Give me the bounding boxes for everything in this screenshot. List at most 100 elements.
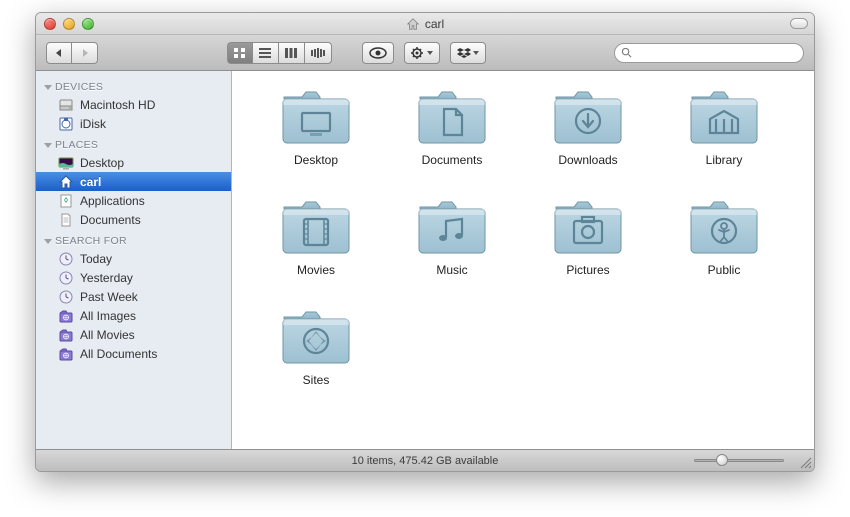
sidebar-item-today[interactable]: Today [36, 249, 231, 268]
clock-icon [58, 289, 74, 305]
zoom-button[interactable] [82, 18, 94, 30]
folder-documents[interactable]: Documents [384, 83, 520, 193]
triangle-right-icon [80, 48, 90, 58]
sidebar-group-label: DEVICES [55, 81, 103, 93]
sidebar-item-label: Desktop [80, 156, 124, 170]
folder-movies[interactable]: Movies [248, 193, 384, 303]
traffic-lights [44, 18, 94, 30]
folder-label: Downloads [558, 153, 617, 167]
folder-icon [416, 199, 488, 257]
sidebar-item-label: iDisk [80, 117, 106, 131]
sidebar-item-label: Today [80, 252, 112, 266]
forward-button[interactable] [72, 42, 98, 64]
clock-icon [58, 251, 74, 267]
folder-icon [280, 199, 352, 257]
sidebar-item-label: carl [80, 175, 101, 189]
sidebar-group-header[interactable]: SEARCH FOR [36, 229, 231, 249]
view-buttons [227, 42, 332, 64]
search-field[interactable] [614, 43, 804, 63]
sidebar-item-label: All Images [80, 309, 136, 323]
status-bar: 10 items, 475.42 GB available [36, 449, 814, 471]
icon-view-button[interactable] [227, 42, 253, 64]
sidebar-item-label: All Documents [80, 347, 157, 361]
folder-downloads[interactable]: Downloads [520, 83, 656, 193]
dropbox-icon [457, 47, 471, 59]
list-view-button[interactable] [253, 42, 279, 64]
disclosure-triangle-icon [44, 239, 52, 244]
sidebar-item-all-movies[interactable]: All Movies [36, 325, 231, 344]
finder-window: carl [35, 12, 815, 472]
folder-label: Movies [297, 263, 335, 277]
sidebar-item-all-images[interactable]: All Images [36, 306, 231, 325]
folder-music[interactable]: Music [384, 193, 520, 303]
sidebar-item-label: Documents [80, 213, 141, 227]
close-button[interactable] [44, 18, 56, 30]
sidebar-group-label: PLACES [55, 139, 98, 151]
sidebar-item-applications[interactable]: Applications [36, 191, 231, 210]
sidebar-item-label: Past Week [80, 290, 138, 304]
sidebar-item-yesterday[interactable]: Yesterday [36, 268, 231, 287]
disclosure-triangle-icon [44, 85, 52, 90]
chevron-down-icon [427, 51, 433, 55]
dropbox-button[interactable] [450, 42, 486, 64]
folder-icon [552, 199, 624, 257]
minimize-button[interactable] [63, 18, 75, 30]
toolbar [36, 35, 814, 71]
sidebar-item-carl[interactable]: carl [36, 172, 231, 191]
folder-label: Pictures [566, 263, 609, 277]
nav-buttons [46, 42, 98, 64]
smart-icon [58, 327, 74, 343]
folder-icon [552, 89, 624, 147]
content-area[interactable]: Desktop Documents Downloads Library Movies Mu… [232, 71, 814, 449]
doc-icon [58, 212, 74, 228]
coverflow-view-button[interactable] [305, 42, 332, 64]
home-icon [58, 174, 74, 190]
folder-pictures[interactable]: Pictures [520, 193, 656, 303]
home-icon [406, 17, 420, 31]
hdd-icon [58, 97, 74, 113]
quick-look-button[interactable] [362, 42, 394, 64]
sidebar-item-documents[interactable]: Documents [36, 210, 231, 229]
resize-handle[interactable] [798, 455, 812, 469]
triangle-left-icon [54, 48, 64, 58]
column-view-button[interactable] [279, 42, 305, 64]
folder-desktop[interactable]: Desktop [248, 83, 384, 193]
smart-icon [58, 308, 74, 324]
folder-public[interactable]: Public [656, 193, 792, 303]
status-text: 10 items, 475.42 GB available [352, 455, 499, 467]
icon-size-slider[interactable] [694, 455, 784, 465]
sidebar-group-label: SEARCH FOR [55, 235, 127, 247]
folder-label: Documents [422, 153, 483, 167]
sidebar-group-header[interactable]: PLACES [36, 133, 231, 153]
desktop-icon [58, 155, 74, 171]
sidebar: DEVICES Macintosh HD iDisk PLACES Desktop car… [36, 71, 232, 449]
sidebar-item-idisk[interactable]: iDisk [36, 114, 231, 133]
titlebar: carl [36, 13, 814, 35]
column-view-icon [285, 48, 297, 58]
sidebar-group-header[interactable]: DEVICES [36, 75, 231, 95]
folder-icon [688, 199, 760, 257]
action-button[interactable] [404, 42, 440, 64]
sidebar-item-past-week[interactable]: Past Week [36, 287, 231, 306]
folder-sites[interactable]: Sites [248, 303, 384, 413]
toolbar-toggle-button[interactable] [790, 18, 808, 29]
sidebar-item-macintosh-hd[interactable]: Macintosh HD [36, 95, 231, 114]
folder-icon [416, 89, 488, 147]
eye-icon [369, 47, 387, 59]
sidebar-item-label: All Movies [80, 328, 135, 342]
chevron-down-icon [473, 51, 479, 55]
search-input[interactable] [636, 47, 797, 59]
folder-icon [688, 89, 760, 147]
folder-label: Public [708, 263, 741, 277]
folder-library[interactable]: Library [656, 83, 792, 193]
folder-label: Music [436, 263, 467, 277]
folder-label: Desktop [294, 153, 338, 167]
back-button[interactable] [46, 42, 72, 64]
sidebar-item-desktop[interactable]: Desktop [36, 153, 231, 172]
window-title: carl [425, 17, 444, 31]
sidebar-item-label: Macintosh HD [80, 98, 155, 112]
app-icon [58, 193, 74, 209]
search-icon [621, 47, 632, 58]
sidebar-item-label: Applications [80, 194, 145, 208]
sidebar-item-all-documents[interactable]: All Documents [36, 344, 231, 363]
